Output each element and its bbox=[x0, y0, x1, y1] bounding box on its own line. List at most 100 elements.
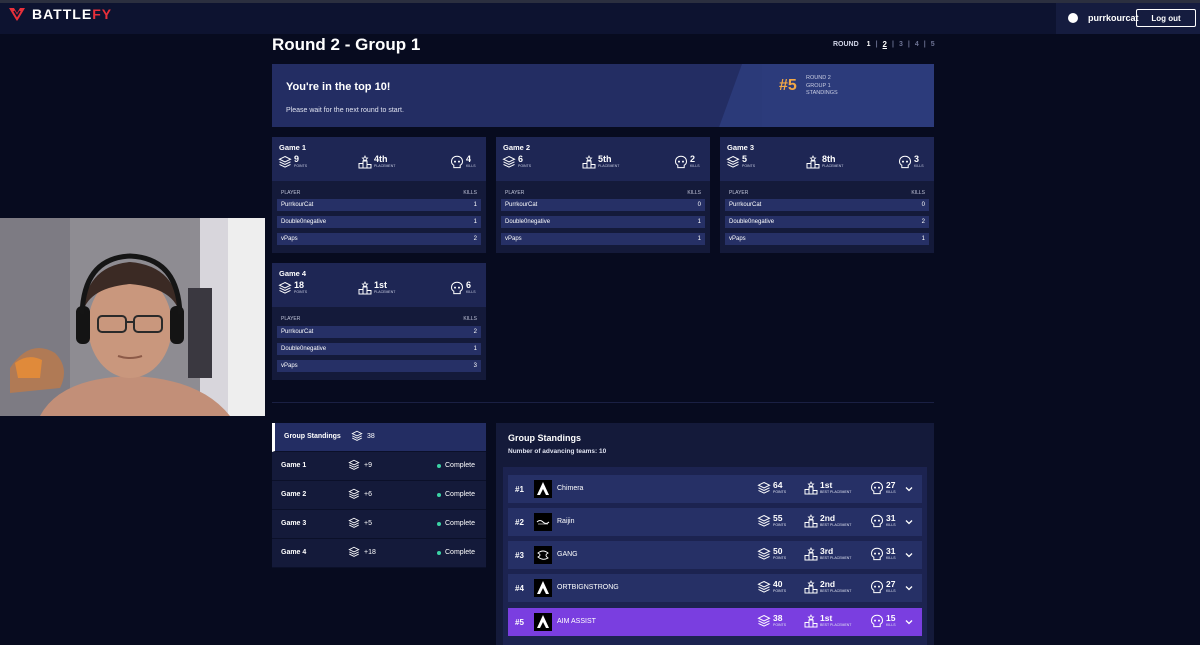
battlefy-logo[interactable]: BATTLEFY bbox=[8, 6, 112, 22]
avatar[interactable] bbox=[1068, 13, 1078, 23]
player-name: vPaps bbox=[281, 363, 298, 369]
chevron-down-icon[interactable] bbox=[905, 618, 913, 626]
player-kills: 2 bbox=[921, 219, 925, 225]
status-badge: Complete bbox=[437, 549, 475, 556]
team-points: 64 bbox=[773, 480, 783, 490]
skull-icon bbox=[871, 547, 883, 561]
round-separator: | bbox=[892, 41, 894, 48]
status-text: Complete bbox=[445, 520, 475, 527]
player-row: PurrkourCat 0 bbox=[501, 199, 705, 211]
skull-icon bbox=[871, 514, 883, 528]
team-row[interactable]: #1 Chimera 64 POINTS 1st BEST PLACEMENT 27… bbox=[508, 475, 922, 503]
team-kills-stat: 31 KILLS bbox=[870, 547, 896, 561]
team-row[interactable]: #4 ORTBIGNSTRONG 40 POINTS 2nd BEST PLACEM… bbox=[508, 574, 922, 602]
menu-item-points: +5 bbox=[364, 520, 372, 527]
player-name: Double0negative bbox=[729, 219, 775, 225]
menu-game-1[interactable]: Game 1 +9 Complete bbox=[272, 452, 486, 481]
kills-label: KILLS bbox=[886, 523, 896, 527]
podium-icon bbox=[358, 155, 372, 169]
game-card-3: Game 3 5 POINTS 8th PLACEMENT 3 KILLS PLAYE… bbox=[720, 137, 934, 253]
podium-icon bbox=[804, 514, 818, 528]
menu-item-label: Game 3 bbox=[281, 520, 307, 527]
kills-label: KILLS bbox=[914, 164, 924, 168]
team-row-own[interactable]: #5 AIM ASSIST 38 POINTS 1st BEST PLACEMENT… bbox=[508, 608, 922, 636]
menu-item-points: 38 bbox=[367, 433, 375, 440]
game-card-2: Game 2 6 POINTS 5th PLACEMENT 2 KILLS PLAYE… bbox=[496, 137, 710, 253]
webcam-feed-image bbox=[0, 218, 265, 416]
player-row: vPaps 2 bbox=[277, 233, 481, 245]
best-placement-label: BEST PLACEMENT bbox=[820, 589, 852, 593]
best-placement-label: BEST PLACEMENT bbox=[820, 523, 852, 527]
kills-column-header: KILLS bbox=[463, 190, 477, 196]
chevron-down-icon[interactable] bbox=[905, 551, 913, 559]
placement-value: 1st bbox=[374, 280, 388, 290]
points-icon bbox=[279, 282, 291, 294]
team-kills-stat: 31 KILLS bbox=[870, 514, 896, 528]
points-icon bbox=[758, 515, 770, 527]
status-dot-icon bbox=[437, 492, 441, 497]
advancing-teams-note: Number of advancing teams: 10 bbox=[508, 448, 607, 455]
placement-label: PLACEMENT bbox=[374, 290, 396, 294]
battlefy-logo-icon bbox=[9, 8, 25, 21]
team-row[interactable]: #3 GANG 50 POINTS 3rd BEST PLACEMENT 31 KIL… bbox=[508, 541, 922, 569]
team-row[interactable]: #2 Raijin 55 POINTS 2nd BEST PLACEMENT 31 K… bbox=[508, 508, 922, 536]
player-row: Double0negative 1 bbox=[277, 343, 481, 355]
podium-icon bbox=[582, 155, 596, 169]
kills-column-header: KILLS bbox=[687, 190, 701, 196]
username[interactable]: purrkourcat bbox=[1088, 13, 1139, 23]
podium-icon bbox=[804, 614, 818, 628]
game-card-1: Game 1 9 POINTS 4th PLACEMENT 4 KILLS PLAYE… bbox=[272, 137, 486, 253]
menu-game-2[interactable]: Game 2 +6 Complete bbox=[272, 481, 486, 510]
player-kills: 1 bbox=[921, 236, 925, 242]
logout-button[interactable]: Log out bbox=[1136, 9, 1196, 27]
status-badge: Complete bbox=[437, 491, 475, 498]
team-points-stat: 40 POINTS bbox=[757, 580, 786, 594]
round-link-3[interactable]: 3 bbox=[899, 41, 903, 48]
menu-game-4[interactable]: Game 4 +18 Complete bbox=[272, 539, 486, 568]
webcam-overlay bbox=[0, 218, 265, 416]
menu-item-label: Game 4 bbox=[281, 549, 307, 556]
banner-message: Please wait for the next round to start. bbox=[286, 107, 404, 114]
round-link-4[interactable]: 4 bbox=[915, 41, 919, 48]
status-dot-icon bbox=[437, 463, 441, 468]
banner-accent-panel bbox=[762, 64, 934, 127]
team-best-placement: 3rd bbox=[820, 546, 834, 556]
points-icon bbox=[758, 548, 770, 560]
round-link-1[interactable]: 1 bbox=[867, 41, 871, 48]
podium-icon bbox=[358, 281, 372, 295]
game-name: Game 4 bbox=[279, 269, 307, 278]
team-best-placement-stat: 2nd BEST PLACEMENT bbox=[804, 580, 851, 594]
player-kills: 1 bbox=[473, 202, 477, 208]
player-kills: 2 bbox=[473, 329, 477, 335]
kills-value: 4 bbox=[466, 154, 472, 164]
player-name: vPaps bbox=[281, 236, 298, 242]
points-label: POINTS bbox=[773, 523, 787, 527]
points-icon bbox=[758, 615, 770, 627]
points-icon bbox=[348, 517, 360, 528]
menu-group-standings[interactable]: Group Standings 38 bbox=[272, 423, 486, 452]
player-kills: 1 bbox=[697, 219, 701, 225]
team-best-placement: 1st bbox=[820, 480, 833, 490]
player-name: vPaps bbox=[729, 236, 746, 242]
team-rank: #5 bbox=[515, 618, 524, 627]
game-points-stat: 5 POINTS bbox=[726, 155, 755, 169]
status-text: Complete bbox=[445, 462, 475, 469]
chevron-down-icon[interactable] bbox=[905, 518, 913, 526]
player-kills: 1 bbox=[473, 346, 477, 352]
team-name: ORTBIGNSTRONG bbox=[557, 584, 619, 591]
kills-column-header: KILLS bbox=[463, 316, 477, 322]
status-dot-icon bbox=[437, 550, 441, 555]
points-label: POINTS bbox=[294, 164, 308, 168]
round-link-5[interactable]: 5 bbox=[931, 41, 935, 48]
skull-icon bbox=[675, 155, 687, 169]
round-link-2[interactable]: 2 bbox=[883, 40, 887, 49]
menu-game-3[interactable]: Game 3 +5 Complete bbox=[272, 510, 486, 539]
standings-title: Group Standings bbox=[508, 433, 581, 443]
chevron-down-icon[interactable] bbox=[905, 584, 913, 592]
game-kills-stat: 4 KILLS bbox=[450, 155, 476, 169]
kills-value: 3 bbox=[914, 154, 920, 164]
round-separator: | bbox=[875, 41, 878, 48]
status-badge: Complete bbox=[437, 462, 475, 469]
apex-logo-icon bbox=[534, 579, 552, 597]
chevron-down-icon[interactable] bbox=[905, 485, 913, 493]
